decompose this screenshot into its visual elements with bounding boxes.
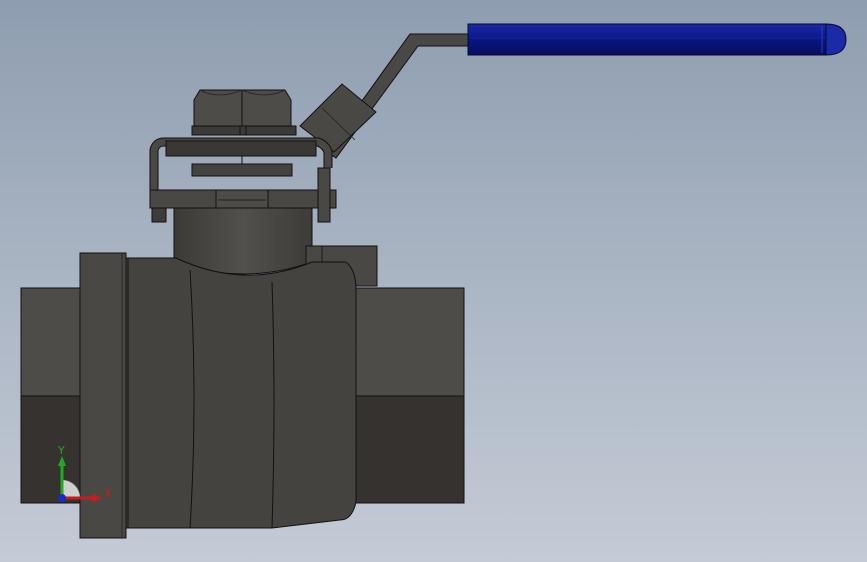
3d-viewport[interactable]: Y X — [0, 0, 867, 562]
stem-nut — [191, 89, 297, 136]
triad-z-axis — [58, 494, 66, 502]
handle-grip[interactable] — [467, 23, 827, 56]
handle-lever[interactable] — [299, 23, 847, 159]
triad-x-label: X — [104, 487, 112, 500]
right-end-connector — [345, 287, 465, 504]
orientation-triad[interactable]: Y X — [48, 440, 128, 510]
triad-y-label: Y — [57, 444, 65, 457]
ball-valve-model[interactable] — [0, 0, 867, 562]
